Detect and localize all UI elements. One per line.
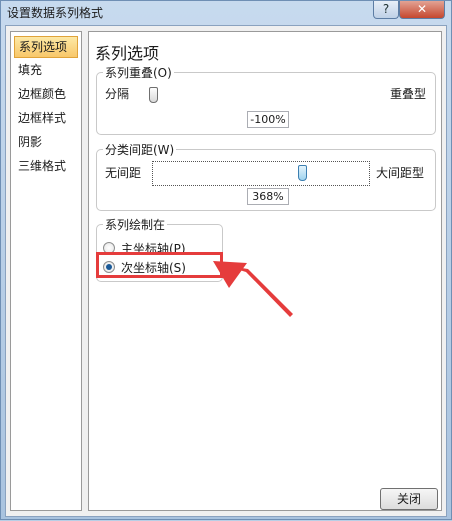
- annotation-highlight-box: [96, 252, 223, 278]
- overlap-value-field[interactable]: -100%: [247, 111, 289, 128]
- dialog-body: 系列选项 填充 边框颜色 边框样式 阴影 三维格式 系列选项 系列重叠(O) 分…: [5, 25, 447, 517]
- sidebar-item-shadow[interactable]: 阴影: [14, 132, 46, 154]
- gap-value-field[interactable]: 368%: [247, 188, 289, 205]
- overlap-group-title: 系列重叠(O): [103, 64, 174, 81]
- category-list: 系列选项 填充 边框颜色 边框样式 阴影 三维格式: [10, 31, 82, 511]
- plot-axis-group-title: 系列绘制在: [103, 216, 168, 233]
- sidebar-item-series-options[interactable]: 系列选项: [14, 36, 78, 58]
- close-button[interactable]: 关闭: [380, 488, 438, 510]
- window-title: 设置数据系列格式: [7, 6, 104, 20]
- sidebar-item-3d-format[interactable]: 三维格式: [14, 156, 70, 178]
- overlap-group: 系列重叠(O) 分隔 重叠型 -100%: [96, 64, 436, 135]
- sidebar-item-border-style[interactable]: 边框样式: [14, 108, 70, 130]
- gap-right-label: 大间距型: [376, 166, 425, 180]
- help-button[interactable]: ?: [373, 1, 399, 19]
- overlap-right-label: 重叠型: [390, 87, 427, 101]
- sidebar-item-fill[interactable]: 填充: [14, 60, 46, 82]
- options-panel: 系列选项 系列重叠(O) 分隔 重叠型 -100% 分类间距(W) 无间距 大间…: [88, 31, 442, 511]
- sidebar-item-border-color[interactable]: 边框颜色: [14, 84, 70, 106]
- dialog-window: 设置数据系列格式 ? ✕ 系列选项 填充 边框颜色 边框样式 阴影 三维格式 系…: [0, 0, 452, 520]
- overlap-slider-thumb[interactable]: [149, 87, 158, 103]
- window-close-button[interactable]: ✕: [399, 1, 445, 19]
- gap-left-label: 无间距: [105, 166, 142, 180]
- gap-group: 分类间距(W) 无间距 大间距型 368%: [96, 141, 436, 211]
- overlap-slider-track: [153, 94, 371, 95]
- gap-slider-thumb[interactable]: [298, 165, 307, 181]
- overlap-left-label: 分隔: [105, 87, 130, 101]
- gap-slider-track: [157, 173, 365, 174]
- panel-title: 系列选项: [95, 44, 160, 63]
- title-bar: 设置数据系列格式 ? ✕: [1, 1, 451, 25]
- gap-group-title: 分类间距(W): [103, 141, 177, 158]
